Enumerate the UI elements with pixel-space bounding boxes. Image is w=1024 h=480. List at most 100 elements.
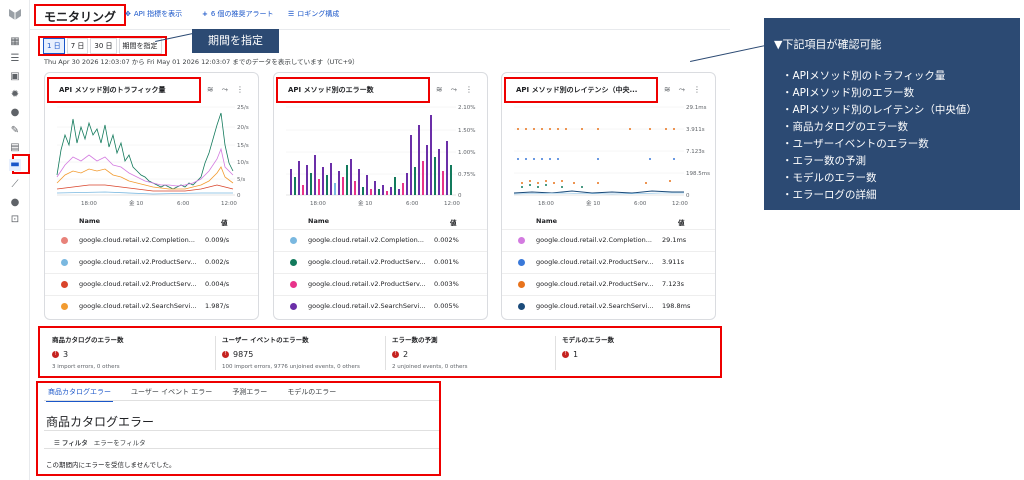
y-tick-label: 10/s <box>237 160 249 166</box>
range-1-day-button[interactable]: 1 日 <box>43 38 65 54</box>
x-tick-label: 12:00 <box>221 201 237 207</box>
series-color-dot <box>518 281 525 288</box>
explore-icon[interactable]: ⤳ <box>222 85 236 94</box>
table-row[interactable]: google.cloud.retail.v2.Completion... 29.1… <box>502 229 715 251</box>
summary-label: 商品カタログのエラー数 <box>52 336 124 344</box>
traffic-chart-title: API メソッド別のトラフィック量 <box>47 77 201 103</box>
chart-card-icons: ≋⤳⋮ <box>207 85 252 95</box>
error-section-title: 商品カタログエラー <box>46 415 155 429</box>
table-row[interactable]: google.cloud.retail.v2.Completion... 0.00… <box>45 229 258 251</box>
x-tick-label: 6:00 <box>406 201 419 207</box>
settings-icon[interactable]: ✹ <box>9 89 21 101</box>
compare-icon[interactable]: ≋ <box>664 85 679 94</box>
divider <box>44 430 439 431</box>
table-row[interactable]: google.cloud.retail.v2.ProductServ... 0.0… <box>45 273 258 295</box>
range-30-day-button[interactable]: 30 日 <box>90 38 117 54</box>
series-color-dot <box>518 259 525 266</box>
table-row[interactable]: google.cloud.retail.v2.ProductServ... 0.0… <box>45 251 258 273</box>
summary-label: モデルのエラー数 <box>562 336 614 344</box>
more-icon[interactable]: ⋮ <box>693 85 709 94</box>
latency-chart-title: API メソッド別のレイテンシ（中央... <box>504 77 658 103</box>
wrench-icon[interactable]: ✎ <box>9 125 21 137</box>
info-item: ・ユーザーイベントのエラー数 <box>782 138 929 150</box>
logging-config-button[interactable]: ☰ ロギング構成 <box>288 9 339 19</box>
range-7-day-button[interactable]: 7 日 <box>66 38 89 54</box>
x-tick-label: 金 10 <box>358 199 373 207</box>
y-tick-label: 5/s <box>237 177 245 183</box>
error-icon: ! <box>392 351 399 358</box>
model-error-summary[interactable]: モデルのエラー数 ! 1 <box>562 334 730 374</box>
series-value: 1.987/s <box>205 302 230 310</box>
prediction-error-summary[interactable]: エラー数の予測 ! 2 2 unjoined events, 0 others <box>392 334 560 374</box>
summary-value: 3 <box>63 350 69 359</box>
explore-icon[interactable]: ⤳ <box>451 85 465 94</box>
y-tick-label: 7.123s <box>686 149 705 155</box>
series-value: 0.002% <box>434 236 459 244</box>
table-row[interactable]: google.cloud.retail.v2.ProductServ... 3.9… <box>502 251 715 273</box>
catalog-icon[interactable]: ▣ <box>9 71 21 83</box>
table-row[interactable]: google.cloud.retail.v2.Completion... 0.00… <box>274 229 487 251</box>
column-value[interactable]: 値 <box>221 217 228 227</box>
person-icon[interactable]: ● <box>9 197 21 209</box>
view-api-metrics-button[interactable]: ✥ API 指標を表示 <box>125 9 182 19</box>
series-value: 198.8ms <box>662 302 691 310</box>
error-filter[interactable]: ☰ フィルタ エラーをフィルタ <box>54 437 146 447</box>
divider <box>555 336 556 370</box>
table-row[interactable]: google.cloud.retail.v2.SearchServi... 198… <box>502 295 715 317</box>
series-value: 0.009/s <box>205 236 230 244</box>
divider <box>44 448 439 449</box>
series-name: google.cloud.retail.v2.ProductServ... <box>79 258 197 266</box>
traffic-legend-table: Name 値 google.cloud.retail.v2.Completion.… <box>45 213 258 317</box>
list-icon[interactable]: ☰ <box>9 53 21 65</box>
column-value[interactable]: 値 <box>678 217 685 227</box>
view-api-metrics-label: API 指標を表示 <box>133 10 183 18</box>
compare-icon[interactable]: ≋ <box>436 85 451 94</box>
series-name: google.cloud.retail.v2.ProductServ... <box>536 258 654 266</box>
tag-icon[interactable]: ⊡ <box>9 214 21 226</box>
chart-card-icons: ≋⤳⋮ <box>436 85 481 95</box>
table-row[interactable]: google.cloud.retail.v2.SearchServi... 1.9… <box>45 295 258 317</box>
error-icon: ! <box>562 351 569 358</box>
recommended-alerts-button[interactable]: +6 個の推奨アラート <box>202 9 274 19</box>
summary-label: エラー数の予測 <box>392 336 438 344</box>
table-row[interactable]: google.cloud.retail.v2.ProductServ... 0.0… <box>274 251 487 273</box>
series-color-dot <box>61 259 68 266</box>
monitoring-icon[interactable]: ▬ <box>9 159 21 171</box>
more-icon[interactable]: ⋮ <box>465 85 481 94</box>
more-icon[interactable]: ⋮ <box>236 85 252 94</box>
compare-icon[interactable]: ≋ <box>207 85 222 94</box>
info-item: ・モデルのエラー数 <box>782 172 877 184</box>
error-details-panel: 商品カタログエラー ユーザー イベント エラー 予測エラー モデルのエラー 商品… <box>36 381 441 476</box>
recommended-alerts-label: 6 個の推奨アラート <box>210 10 274 18</box>
user-event-error-summary[interactable]: ユーザー イベントのエラー数 ! 9875 100 import errors, … <box>222 334 390 374</box>
y-tick-label: 0.75% <box>458 172 475 178</box>
series-value: 3.911s <box>662 258 684 266</box>
series-value: 0.002/s <box>205 258 230 266</box>
explore-icon[interactable]: ⤳ <box>679 85 693 94</box>
latency-blue-points <box>517 158 675 160</box>
traffic-chart-plot: 25/s 20/s 15/s 10/s 5/s 0 18:00 金 10 6:0… <box>56 105 249 207</box>
error-bars <box>290 115 452 195</box>
chart-icon[interactable]: ⟋ <box>9 179 21 191</box>
time-range-note: Thu Apr 30 2026 12:03:07 から Fri May 01 2… <box>44 58 359 66</box>
time-range-selector: 1 日 7 日 30 日 期間を指定 <box>38 36 167 56</box>
dashboard-icon[interactable]: ▦ <box>9 36 21 48</box>
table-row[interactable]: google.cloud.retail.v2.SearchServi... 0.0… <box>274 295 487 317</box>
table-row[interactable]: google.cloud.retail.v2.ProductServ... 7.1… <box>502 273 715 295</box>
page-title: モニタリング <box>34 4 127 26</box>
column-value[interactable]: 値 <box>450 217 457 227</box>
filter-input[interactable]: エラーをフィルタ <box>94 439 146 447</box>
y-tick-label: 0 <box>458 193 462 199</box>
summary-detail: 3 import errors, 0 others <box>52 364 120 370</box>
monitoring-page: ▦ ☰ ▣ ✹ ● ✎ ▤ ▬ ⟋ ● ⊡ モニタリング ✥ API 指標を表示 … <box>0 0 1024 480</box>
catalog-error-summary[interactable]: 商品カタログのエラー数 ! 3 3 import errors, 0 others <box>52 334 220 374</box>
series-name: google.cloud.retail.v2.ProductServ... <box>536 280 654 288</box>
table-row[interactable]: google.cloud.retail.v2.ProductServ... 0.0… <box>274 273 487 295</box>
info-item: ・APIメソッド別のエラー数 <box>782 87 915 99</box>
column-name: Name <box>536 217 558 225</box>
summary-value: 2 <box>403 350 409 359</box>
lightbulb-icon[interactable]: ● <box>9 107 21 119</box>
document-icon[interactable]: ▤ <box>9 142 21 154</box>
series-color-dot <box>518 237 525 244</box>
series-name: google.cloud.retail.v2.SearchServi... <box>536 302 654 310</box>
